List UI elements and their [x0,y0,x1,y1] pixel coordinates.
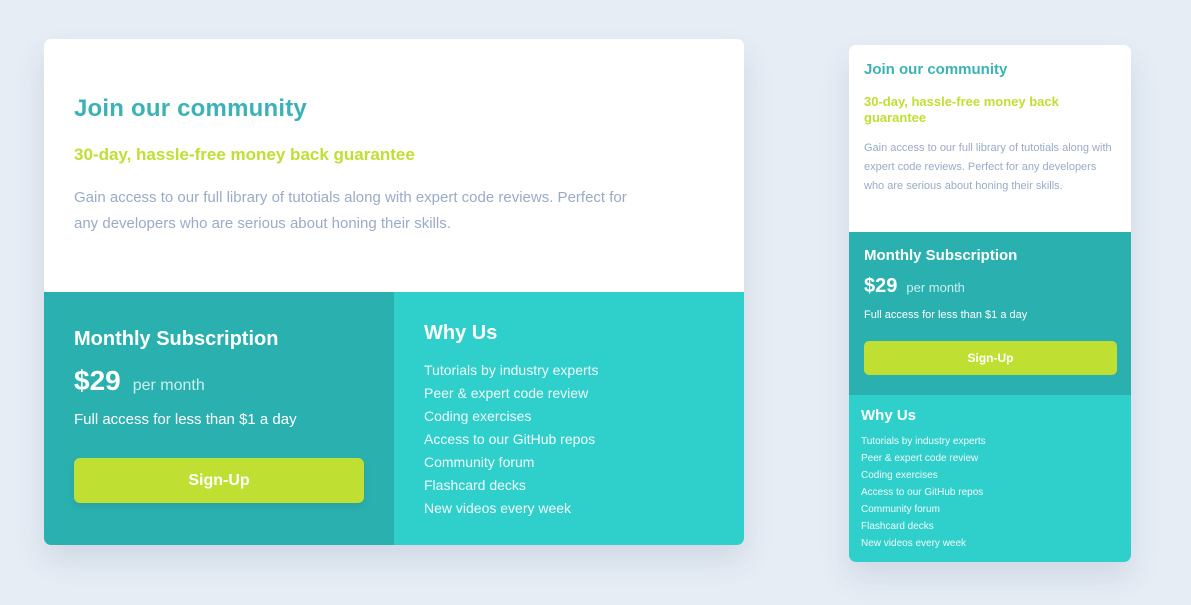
card-header: Join our community 30-day, hassle-free m… [849,45,1131,232]
card-header: Join our community 30-day, hassle-free m… [44,39,744,292]
subscription-panel: Monthly Subscription $29 per month Full … [849,232,1131,395]
sign-up-button[interactable]: Sign-Up [74,458,364,503]
card-title: Join our community [74,95,307,122]
pricing-card-mobile: Join our community 30-day, hassle-free m… [849,45,1131,562]
guarantee-text: 30-day, hassle-free money back guarantee [74,145,415,164]
price-row: $29 per month [864,275,1116,298]
why-us-item: Peer & expert code review [861,453,979,464]
card-description: Gain access to our full library of tutot… [74,189,627,232]
why-us-list: Tutorials by industry experts Peer & exp… [861,433,1119,552]
why-us-item: New videos every week [861,538,967,549]
why-us-item: Flashcard decks [424,477,526,493]
sign-up-button[interactable]: Sign-Up [864,341,1117,375]
subscription-panel: Monthly Subscription $29 per month Full … [44,292,394,545]
price-value: $29 [74,365,121,396]
why-us-item: Tutorials by industry experts [424,362,599,378]
why-us-item: Access to our GitHub repos [861,487,984,498]
why-us-list: Tutorials by industry experts Peer & exp… [424,359,714,520]
price-value: $29 [864,275,898,297]
why-us-panel: Why Us Tutorials by industry experts Pee… [849,395,1131,562]
card-bottom: Monthly Subscription $29 per month Full … [44,292,744,545]
why-us-item: Tutorials by industry experts [861,436,986,447]
access-note: Full access for less than $1 a day [74,411,297,428]
price-period: per month [906,280,965,295]
why-us-item: Coding exercises [861,470,938,481]
pricing-card-desktop: Join our community 30-day, hassle-free m… [44,39,744,545]
guarantee-text: 30-day, hassle-free money back guarantee [864,94,1059,125]
card-description: Gain access to our full library of tutot… [864,142,1112,192]
subscription-title: Monthly Subscription [74,328,279,350]
why-us-panel: Why Us Tutorials by industry experts Pee… [394,292,744,545]
price-row: $29 per month [74,365,364,397]
why-us-title: Why Us [861,407,917,424]
card-title: Join our community [864,61,1008,78]
why-us-title: Why Us [424,322,498,344]
why-us-item: Community forum [424,454,535,470]
access-note: Full access for less than $1 a day [864,309,1028,321]
why-us-item: Community forum [861,504,940,515]
why-us-item: New videos every week [424,500,572,516]
why-us-item: Peer & expert code review [424,385,589,401]
why-us-item: Coding exercises [424,408,532,424]
why-us-item: Access to our GitHub repos [424,431,596,447]
why-us-item: Flashcard decks [861,521,934,532]
subscription-title: Monthly Subscription [864,247,1018,264]
price-period: per month [132,377,205,394]
